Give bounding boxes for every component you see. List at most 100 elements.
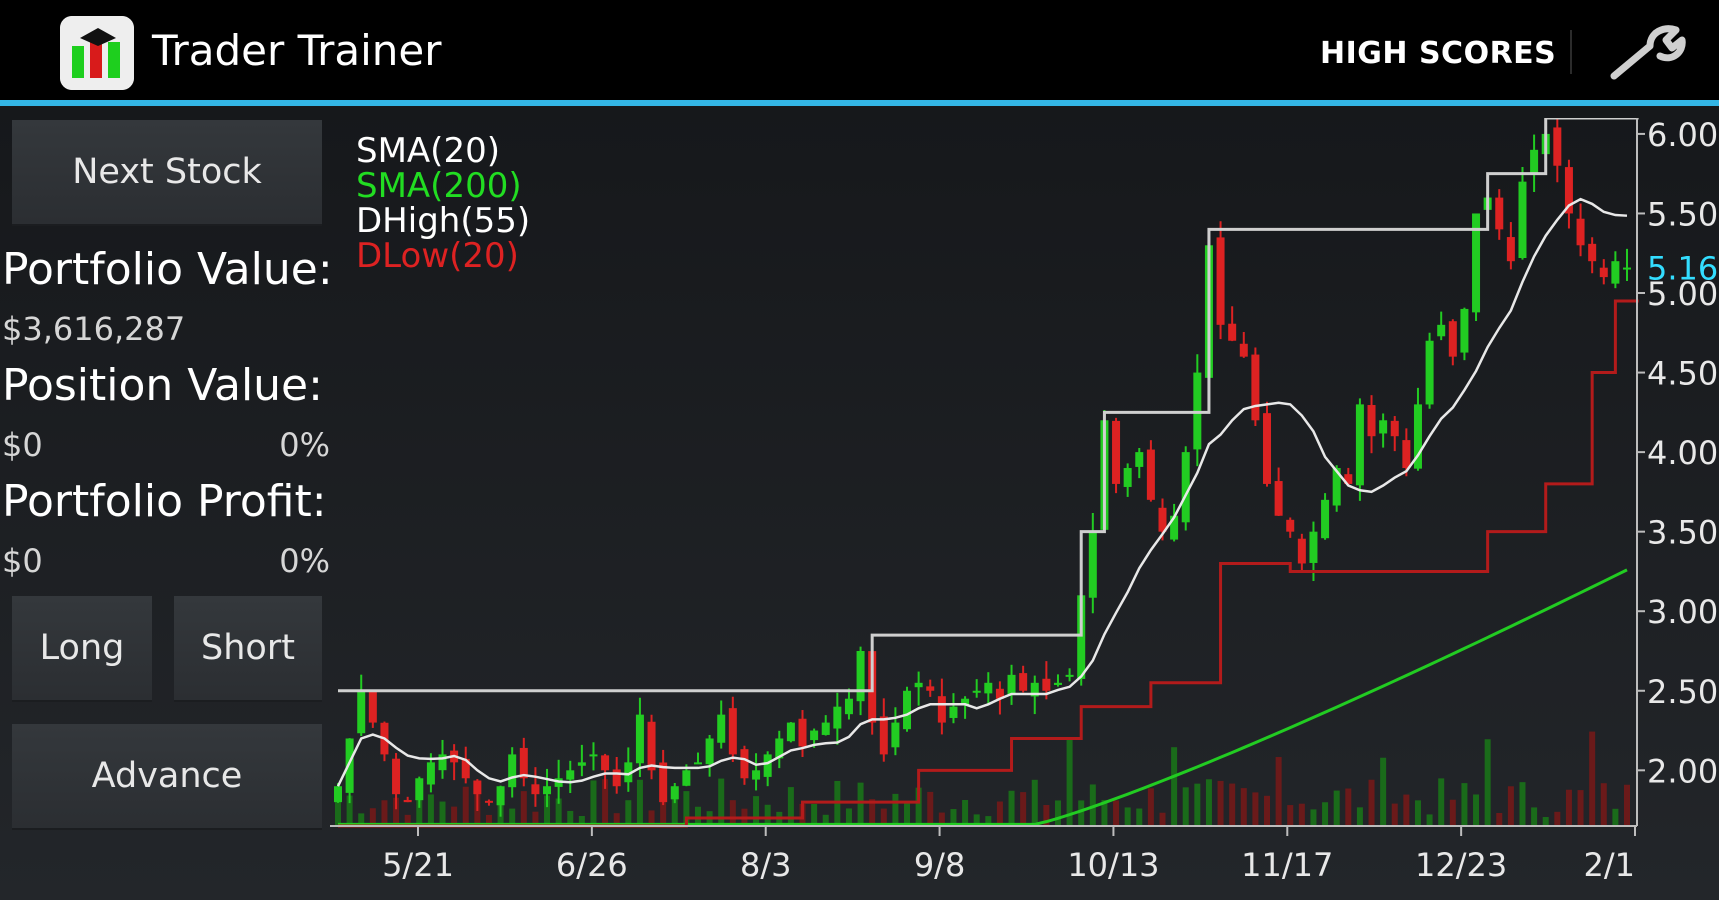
candle-body bbox=[334, 786, 342, 803]
profit-percent: 0% bbox=[279, 542, 330, 580]
candle-body bbox=[1274, 481, 1283, 516]
volume-bar bbox=[636, 779, 643, 826]
volume-bar bbox=[1171, 747, 1178, 826]
x-axis-ticks: 5/21 6/26 8/3 9/8 10/13 11/17 12/23 2/1 bbox=[382, 826, 1636, 884]
trader-trainer-app-icon[interactable] bbox=[60, 16, 134, 90]
volume-bar bbox=[1473, 794, 1480, 826]
y-tick-label: 4.00 bbox=[1647, 434, 1718, 472]
candle-body bbox=[601, 755, 610, 771]
volume-bar bbox=[1438, 778, 1445, 826]
volume-bar bbox=[1600, 783, 1607, 826]
candle-body bbox=[1112, 420, 1121, 484]
volume-bar bbox=[1275, 757, 1282, 826]
volume-bar bbox=[381, 800, 388, 826]
candle-body bbox=[1088, 531, 1097, 598]
candle-body bbox=[1297, 538, 1306, 564]
volume-bar bbox=[1577, 790, 1584, 826]
candle-body bbox=[763, 754, 772, 777]
candle-body bbox=[949, 706, 958, 718]
candle-body bbox=[705, 738, 714, 765]
candle-body bbox=[856, 650, 865, 702]
candle-body bbox=[357, 690, 366, 734]
candle-body bbox=[426, 762, 435, 785]
candle-body bbox=[1263, 413, 1272, 484]
app-title: Trader Trainer bbox=[152, 26, 442, 75]
advance-button[interactable]: Advance bbox=[12, 724, 322, 830]
candle-body bbox=[798, 718, 807, 747]
volume-bar bbox=[1078, 800, 1085, 826]
candle-body bbox=[984, 682, 993, 694]
volume-bar bbox=[1542, 817, 1549, 826]
candle-body bbox=[1495, 197, 1504, 230]
candle-body bbox=[1390, 420, 1399, 437]
legend-sma20: SMA(20) bbox=[356, 131, 500, 171]
volume-bar bbox=[1159, 812, 1166, 826]
legend-dhigh55: DHigh(55) bbox=[356, 201, 531, 241]
wrench-icon[interactable] bbox=[1606, 22, 1686, 84]
y-tick-label: 3.50 bbox=[1647, 514, 1718, 552]
price-chart[interactable]: 2.002.503.003.504.004.505.005.506.00 5/2… bbox=[330, 118, 1719, 900]
next-stock-button[interactable]: Next Stock bbox=[12, 120, 322, 226]
candle-body bbox=[635, 714, 644, 764]
volume-bar bbox=[1310, 809, 1317, 826]
volume-bar bbox=[1252, 792, 1259, 826]
legend-dlow20: DLow(20) bbox=[356, 236, 519, 276]
candle-body bbox=[1123, 468, 1132, 487]
candle-body bbox=[891, 722, 900, 748]
volume-bar bbox=[1380, 757, 1387, 826]
volume-bar bbox=[1008, 790, 1015, 826]
volume-bar bbox=[427, 794, 434, 826]
candle-body bbox=[682, 770, 691, 786]
volume-bar bbox=[1298, 803, 1305, 826]
volume-bar bbox=[1113, 800, 1120, 826]
x-tick-label: 8/3 bbox=[740, 846, 792, 884]
volume-bar bbox=[892, 793, 899, 826]
volume-bar bbox=[1391, 803, 1398, 826]
candle-body bbox=[1053, 682, 1062, 685]
candle-body bbox=[728, 708, 737, 755]
candle-body bbox=[1530, 149, 1539, 175]
portfolio-profit: $0 bbox=[2, 542, 43, 580]
volume-bar bbox=[1240, 788, 1247, 826]
candle-body bbox=[484, 800, 493, 803]
chart-legend: SMA(20) SMA(200) DHigh(55) DLow(20) bbox=[356, 134, 530, 274]
high-scores-button[interactable]: HIGH SCORES bbox=[1320, 36, 1556, 71]
candle-body bbox=[833, 706, 842, 729]
volume-bar bbox=[729, 800, 736, 826]
volume-bar bbox=[1565, 789, 1572, 826]
volume-bar bbox=[1147, 788, 1154, 826]
candle-body bbox=[670, 786, 679, 800]
action-bar-divider bbox=[1570, 30, 1572, 74]
candle-body bbox=[1437, 324, 1446, 337]
candle-body bbox=[1239, 343, 1248, 357]
candle-body bbox=[914, 682, 923, 688]
candle-body bbox=[1007, 674, 1016, 695]
candle-body bbox=[647, 721, 656, 771]
candle-body bbox=[1019, 673, 1028, 691]
volume-bar bbox=[996, 801, 1003, 826]
candle-body bbox=[1216, 237, 1225, 325]
short-button[interactable]: Short bbox=[174, 596, 322, 702]
x-tick-label: 11/17 bbox=[1241, 846, 1333, 884]
volume-bar bbox=[520, 791, 527, 826]
position-value: $0 bbox=[2, 426, 43, 464]
action-bar: Trader Trainer HIGH SCORES bbox=[0, 0, 1719, 106]
volume-bar bbox=[1356, 807, 1363, 826]
volume-bar bbox=[1205, 779, 1212, 826]
volume-bar bbox=[1345, 788, 1352, 826]
volume-bar bbox=[1624, 784, 1630, 826]
candle-body bbox=[752, 770, 761, 780]
y-tick-label: 4.50 bbox=[1647, 355, 1718, 393]
position-value-row: $0 0% bbox=[2, 426, 330, 464]
volume-bar bbox=[1229, 783, 1236, 826]
volume-bar bbox=[1612, 808, 1619, 826]
candle-body bbox=[415, 778, 424, 801]
long-button[interactable]: Long bbox=[12, 596, 152, 702]
position-value-label: Position Value: bbox=[2, 360, 323, 411]
volume-bar bbox=[753, 796, 760, 826]
sma20-line bbox=[336, 197, 1628, 787]
volume-bar bbox=[1554, 811, 1561, 826]
candle-body bbox=[403, 799, 412, 803]
candle-body bbox=[1576, 218, 1585, 246]
volume-bar bbox=[787, 787, 794, 826]
